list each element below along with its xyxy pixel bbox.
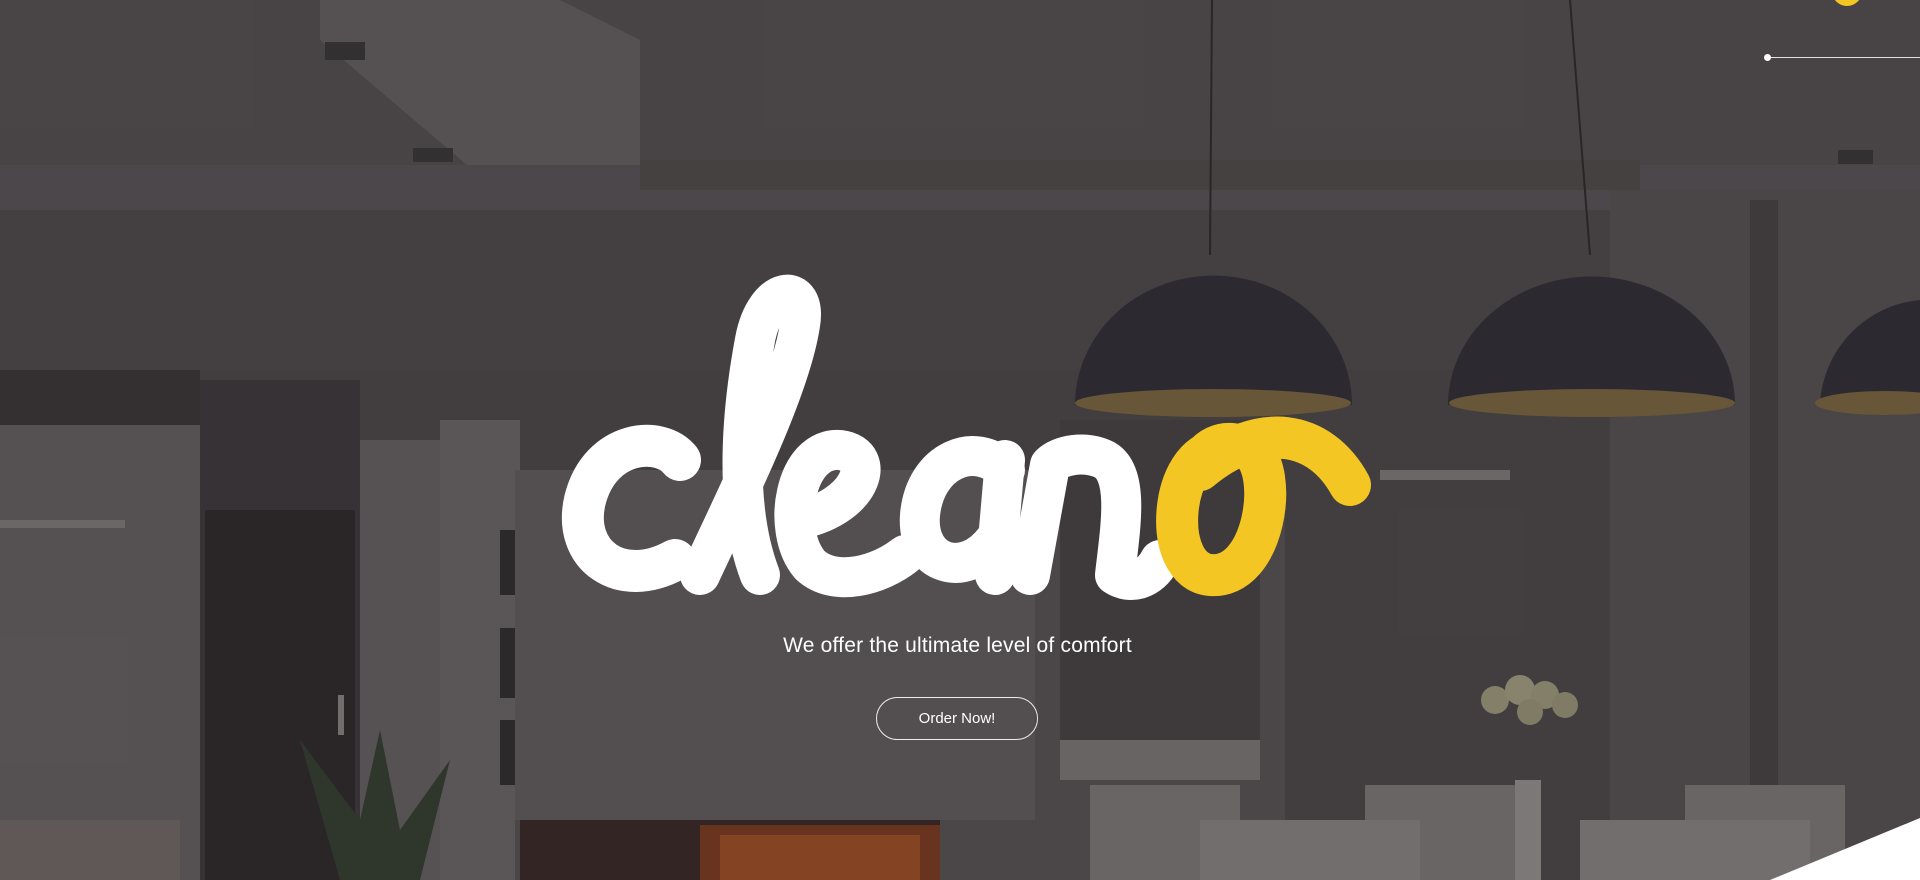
brand-logo xyxy=(562,274,1371,600)
order-now-button[interactable]: Order Now! xyxy=(876,697,1038,740)
corner-wedge-decoration xyxy=(1770,818,1920,880)
hero-section: We offer the ultimate level of comfort O… xyxy=(0,0,1920,880)
slider-indicator-line-icon xyxy=(1768,57,1920,58)
hero-tagline: We offer the ultimate level of comfort xyxy=(783,634,1132,657)
